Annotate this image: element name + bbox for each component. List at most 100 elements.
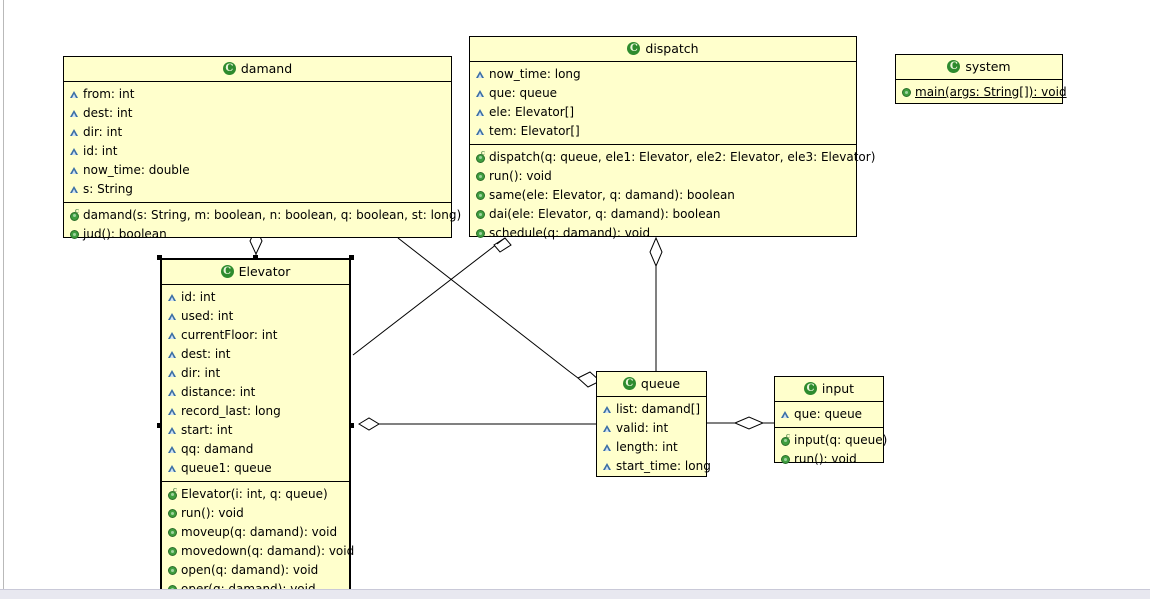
attribute-row[interactable]: tem: Elevator[] — [470, 122, 856, 141]
selection-handle-e[interactable] — [349, 423, 354, 428]
member-label: run(): void — [489, 169, 552, 183]
uml-class-dispatch[interactable]: dispatch now_time: long que: queue ele: Ele… — [469, 36, 875, 239]
attribute-row[interactable]: s: String — [64, 180, 451, 199]
attribute-row[interactable]: record_last: long — [162, 402, 349, 421]
class-circle-icon — [222, 62, 236, 75]
member-label: main(args: String[]): void — [915, 85, 1067, 99]
attribute-row[interactable]: now_time: long — [470, 65, 856, 84]
class-name-label: queue — [640, 376, 681, 391]
attribute-triangle-icon — [781, 410, 790, 419]
relation-elevator-queue — [358, 417, 596, 431]
attribute-row[interactable]: used: int — [162, 307, 349, 326]
method-row[interactable]: dai(ele: Elevator, q: damand): boolean — [470, 205, 856, 224]
constructor-circle-icon: c — [168, 486, 177, 500]
editor-gutter-line — [3, 0, 4, 591]
method-row[interactable]: run(): void — [470, 167, 856, 186]
member-label: moveup(q: damand): void — [181, 525, 338, 539]
constructor-row[interactable]: c dispatch(q: queue, ele1: Elevator, ele2… — [470, 148, 875, 167]
attribute-row[interactable]: length: int — [597, 438, 706, 457]
class-name-label: system — [965, 59, 1011, 74]
attribute-row[interactable]: dest: int — [64, 104, 451, 123]
method-circle-icon — [902, 87, 911, 97]
attribute-triangle-icon — [70, 166, 79, 175]
attribute-label: queue1: queue — [181, 461, 272, 475]
attribute-row[interactable]: now_time: double — [64, 161, 451, 180]
attributes-section-input: que: queue — [775, 402, 883, 427]
relation-dispatch-queue — [397, 237, 601, 388]
attribute-row[interactable]: distance: int — [162, 383, 349, 402]
uml-class-queue[interactable]: queue list: damand[] valid: int length: int… — [596, 371, 711, 479]
constructor-row[interactable]: c Elevator(i: int, q: queue) — [162, 485, 349, 504]
selection-handle-w[interactable] — [157, 423, 162, 428]
member-label: input(q: queue) — [794, 433, 888, 447]
attribute-row[interactable]: que: queue — [775, 405, 883, 424]
constructor-circle-icon: c — [70, 207, 79, 221]
attribute-triangle-icon — [168, 293, 177, 302]
uml-class-damand[interactable]: damand from: int dest: int dir: int id: int n… — [63, 56, 461, 240]
member-label: damand(s: String, m: boolean, n: boolean… — [83, 208, 462, 222]
member-label: jud(): boolean — [83, 227, 167, 241]
attributes-section-queue: list: damand[] valid: int length: int start… — [597, 397, 711, 479]
attribute-row[interactable]: currentFloor: int — [162, 326, 349, 345]
method-row[interactable]: movedown(q: damand): void — [162, 542, 354, 561]
attribute-label: now_time: long — [489, 67, 581, 81]
member-label: movedown(q: damand): void — [181, 544, 355, 558]
attribute-row[interactable]: id: int — [162, 288, 349, 307]
method-circle-icon — [781, 454, 790, 464]
member-label: run(): void — [794, 452, 857, 466]
constructor-row[interactable]: c input(q: queue) — [775, 431, 887, 450]
attribute-row[interactable]: dir: int — [162, 364, 349, 383]
method-circle-icon — [168, 546, 177, 556]
horizontal-scrollbar[interactable] — [0, 589, 1150, 599]
attribute-label: id: int — [181, 290, 216, 304]
attribute-row[interactable]: queue1: queue — [162, 459, 349, 478]
attribute-row[interactable]: start_time: long — [597, 457, 711, 476]
selection-handle-n[interactable] — [253, 255, 258, 260]
class-circle-icon — [627, 42, 641, 55]
attribute-row[interactable]: id: int — [64, 142, 451, 161]
selection-handle-ne[interactable] — [349, 255, 354, 260]
method-row[interactable]: main(args: String[]): void — [896, 83, 1067, 102]
method-row[interactable]: jud(): boolean — [64, 225, 451, 244]
method-row[interactable]: open(q: damand): void — [162, 561, 349, 580]
attribute-row[interactable]: start: int — [162, 421, 349, 440]
attribute-triangle-icon — [70, 147, 79, 156]
attribute-row[interactable]: dest: int — [162, 345, 349, 364]
attribute-label: from: int — [83, 87, 135, 101]
methods-section-dispatch: c dispatch(q: queue, ele1: Elevator, ele2… — [470, 143, 875, 246]
attribute-triangle-icon — [168, 407, 177, 416]
method-row[interactable]: schedule(q: damand): void — [470, 224, 856, 243]
attribute-row[interactable]: qq: damand — [162, 440, 349, 459]
attribute-row[interactable]: from: int — [64, 85, 451, 104]
diagram-canvas[interactable]: damand from: int dest: int dir: int id: int n… — [0, 0, 1150, 599]
method-row[interactable]: run(): void — [775, 450, 883, 469]
attribute-row[interactable]: dir: int — [64, 123, 451, 142]
uml-class-system[interactable]: system main(args: String[]): void — [895, 54, 1067, 104]
constructor-circle-icon: c — [781, 432, 790, 446]
method-row[interactable]: run(): void — [162, 504, 349, 523]
attribute-label: s: String — [83, 182, 133, 196]
method-row[interactable]: same(ele: Elevator, q: damand): boolean — [470, 186, 856, 205]
attribute-label: id: int — [83, 144, 118, 158]
selection-handle-nw[interactable] — [157, 255, 162, 260]
class-title-dispatch: dispatch — [470, 37, 856, 62]
uml-class-Elevator[interactable]: Elevator id: int used: int currentFloor: in… — [160, 258, 354, 595]
attribute-triangle-icon — [476, 127, 485, 136]
attribute-triangle-icon — [70, 185, 79, 194]
constructor-circle-icon: c — [476, 149, 485, 163]
attribute-row[interactable]: ele: Elevator[] — [470, 103, 856, 122]
member-label: open(q: damand): void — [181, 563, 319, 577]
attribute-label: dest: int — [83, 106, 133, 120]
attribute-row[interactable]: valid: int — [597, 419, 706, 438]
class-circle-icon — [220, 265, 234, 278]
method-circle-icon — [70, 229, 79, 239]
attribute-label: que: queue — [489, 86, 558, 100]
member-label: dai(ele: Elevator, q: damand): boolean — [489, 207, 721, 221]
relation-queue-input — [707, 416, 774, 430]
method-row[interactable]: moveup(q: damand): void — [162, 523, 349, 542]
attribute-label: valid: int — [616, 421, 669, 435]
uml-class-input[interactable]: input que: queue c input(q: queue) run(): vo… — [774, 376, 887, 465]
attribute-row[interactable]: list: damand[] — [597, 400, 706, 419]
attribute-row[interactable]: que: queue — [470, 84, 856, 103]
constructor-row[interactable]: c damand(s: String, m: boolean, n: boolea… — [64, 206, 461, 225]
